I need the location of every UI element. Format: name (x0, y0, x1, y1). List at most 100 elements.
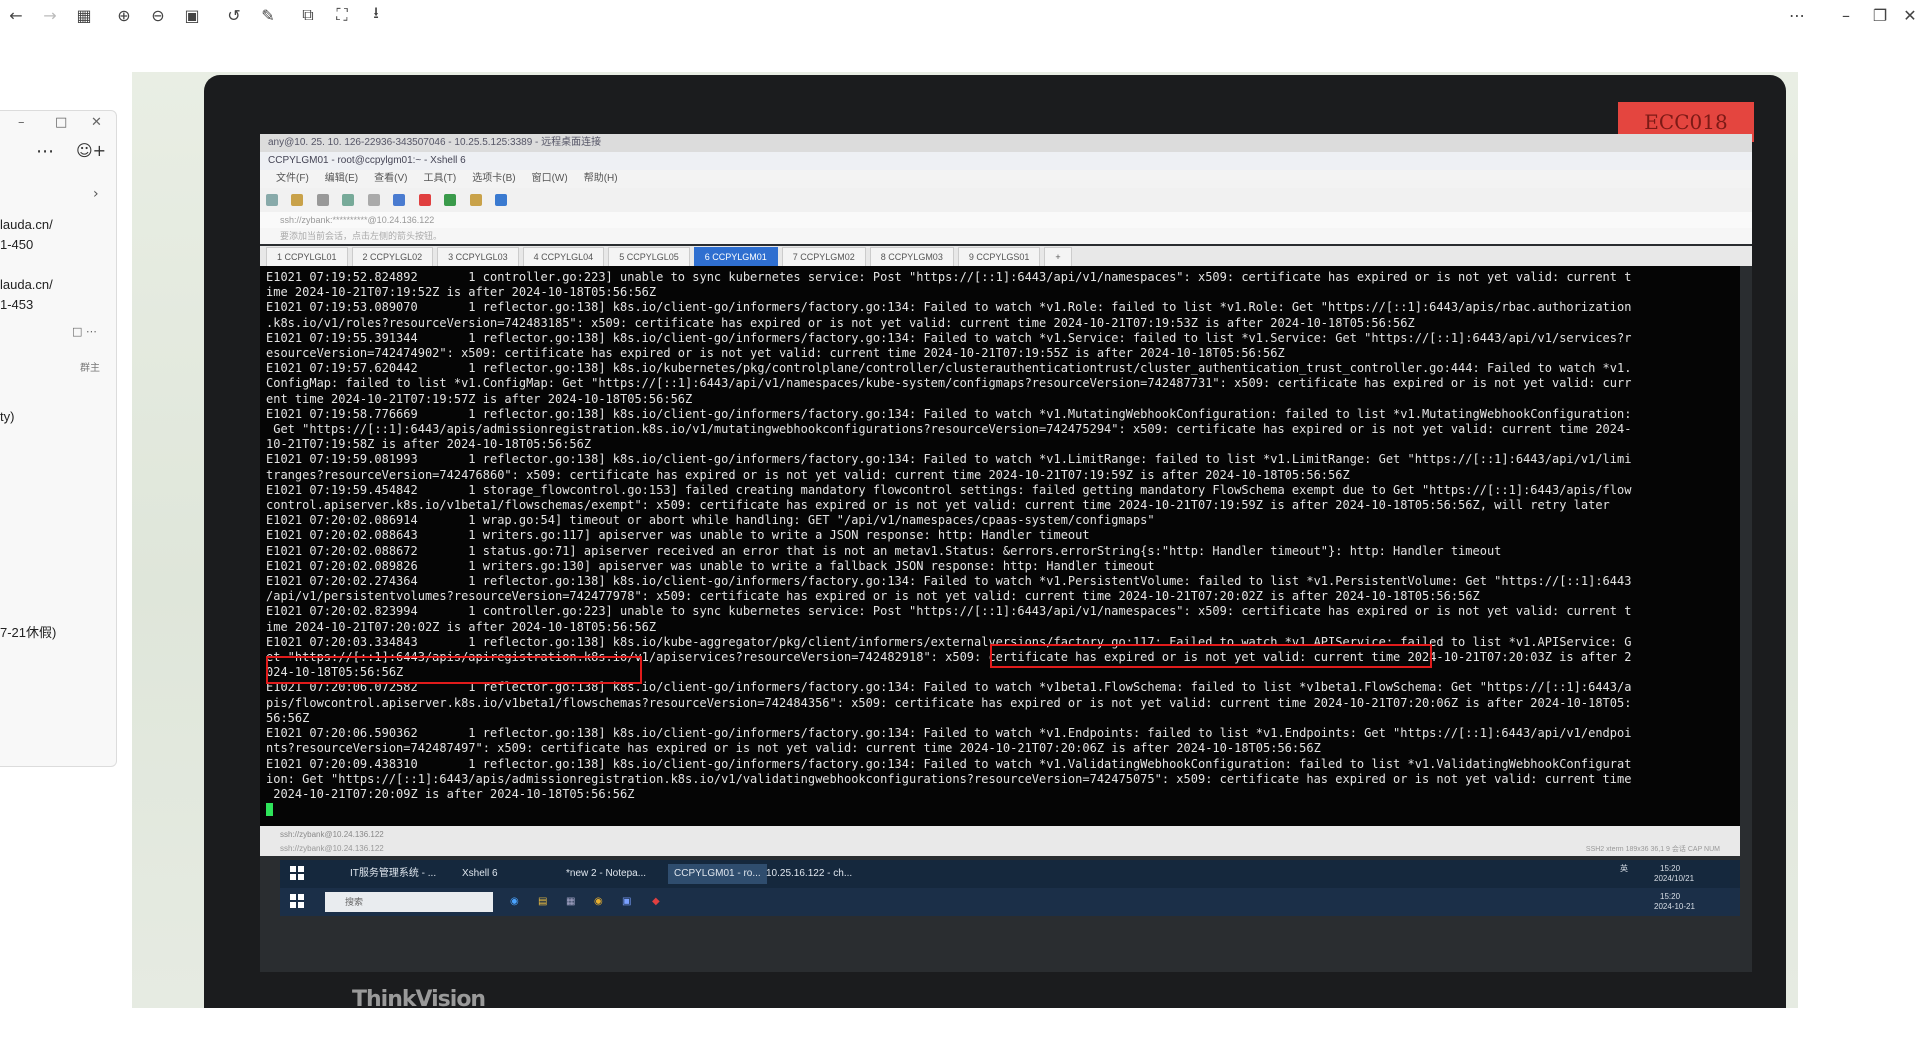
tab-ccpylgl03[interactable]: 3 CCPYLGL03 (437, 247, 519, 266)
fullscreen-icon[interactable]: ⛶ (330, 3, 354, 27)
session-tip: 要添加当前会话，点击左侧的箭头按钮。 (260, 228, 1752, 244)
store-icon[interactable]: ▦ (566, 892, 575, 912)
more-icon[interactable]: ⋯ (36, 141, 54, 162)
taskbar-item-chrome[interactable]: 10.25.16.122 - ch... (766, 864, 852, 884)
menu-item-window[interactable]: 窗口(W) (532, 170, 568, 188)
clock-date: 2024-10-21 (1654, 902, 1695, 911)
tab-ccpylgm01[interactable]: 6 CCPYLGM01 (693, 247, 778, 266)
windows-start-icon[interactable] (290, 894, 304, 908)
xshell-icon[interactable]: ◆ (652, 892, 660, 912)
help-icon[interactable] (495, 194, 508, 206)
menu-item-help[interactable]: 帮助(H) (584, 170, 618, 188)
record-icon[interactable] (418, 194, 431, 206)
log-line: ion: Get "https://[::1]:6443/apis/admiss… (266, 771, 1632, 786)
log-line: E1021 07:20:06.590362 1 reflector.go:138… (266, 726, 1632, 741)
copy-icon[interactable]: ⧉ (296, 3, 320, 27)
log-lines: E1021 07:19:52.824892 1 controller.go:22… (266, 270, 1734, 802)
add-member-icon[interactable]: ☺+ (76, 141, 106, 160)
menu-item-edit[interactable]: 编辑(E) (325, 170, 358, 188)
remote-desktop-icon[interactable]: ▣ (622, 892, 631, 912)
chat-icon[interactable]: □ ⋯ (72, 325, 97, 338)
zoom-in-icon[interactable]: ⊕ (112, 3, 136, 27)
log-line: pis/flowcontrol.apiserver.k8s.io/v1beta1… (266, 695, 1632, 710)
chat-line: 7-21休假) (0, 625, 57, 640)
tab-ccpylgl04[interactable]: 4 CCPYLGL04 (522, 247, 605, 266)
restore-icon[interactable]: ❐ (1868, 3, 1892, 27)
chevron-right-icon[interactable]: › (93, 186, 99, 202)
copy-icon[interactable] (342, 194, 355, 206)
forward-arrow-icon[interactable]: → (38, 3, 62, 27)
log-line: ent time 2024-10-21T07:19:57Z is after 2… (266, 391, 693, 406)
tab-ccpylgm03[interactable]: 8 CCPYLGM03 (869, 247, 954, 266)
log-line: E1021 07:19:55.391344 1 reflector.go:138… (266, 330, 1632, 345)
folder-icon[interactable]: ▤ (538, 892, 547, 912)
lock-icon[interactable] (469, 194, 482, 206)
status-info: SSH2 xterm 189x36 36,1 9 会话 CAP NUM (1585, 846, 1720, 853)
back-arrow-icon[interactable]: ← (4, 3, 28, 27)
log-line: 56:56Z (266, 710, 310, 725)
close-icon[interactable]: ✕ (91, 115, 102, 130)
group-owner-badge: 群主 (80, 363, 100, 374)
chrome-icon[interactable]: ◉ (594, 892, 603, 912)
log-line: E1021 07:19:52.824892 1 controller.go:22… (266, 270, 1632, 284)
add-tab-button[interactable]: + (1044, 247, 1072, 266)
restore-icon[interactable]: □ (55, 115, 67, 130)
find-icon[interactable] (367, 194, 380, 206)
tab-ccpylgl01[interactable]: 1 CCPYLGL01 (266, 247, 348, 266)
globe-icon[interactable] (393, 194, 406, 206)
log-line: E1021 07:20:09.438310 1 reflector.go:138… (266, 756, 1632, 771)
new-session-icon[interactable] (266, 194, 278, 206)
menu-item-tabs[interactable]: 选项卡(B) (472, 170, 515, 188)
log-line: control.apiserver.k8s.io/v1beta1/flowsch… (266, 498, 1610, 513)
save-icon[interactable]: ⭳ (364, 3, 388, 27)
terminal-cursor (266, 803, 273, 817)
log-line: tranges?resourceVersion=742476860": x509… (266, 467, 1350, 482)
taskbar-item-itsm[interactable]: IT服务管理系统 - ... (350, 864, 436, 884)
transfer-icon[interactable] (444, 194, 457, 206)
taskbar-item-ccpylgm01[interactable]: CCPYLGM01 - ro... (668, 864, 767, 884)
edge-icon[interactable]: ◉ (510, 892, 519, 912)
minimize-icon[interactable]: – (1834, 3, 1858, 27)
address-bar[interactable]: ssh://zybank:**********@10.24.136.122 (260, 212, 1752, 228)
rotate-icon[interactable]: ↺ (222, 3, 246, 27)
menu-item-view[interactable]: 查看(V) (374, 170, 407, 188)
clock-time: 15:20 (1660, 864, 1681, 873)
log-line: E1021 07:19:59.081993 1 reflector.go:138… (266, 452, 1632, 467)
chat-line: 1-450 (0, 237, 34, 252)
highlight-box-right (990, 644, 1432, 668)
tab-ccpylgm02[interactable]: 7 CCPYLGM02 (781, 247, 866, 266)
tab-ccpylgs01[interactable]: 9 CCPYLGS01 (957, 247, 1041, 266)
taskbar-item-xshell[interactable]: Xshell 6 (462, 864, 498, 884)
tray-language[interactable]: 英 (1620, 864, 1628, 874)
taskbar-item-notepad[interactable]: *new 2 - Notepa... (566, 864, 646, 884)
close-icon[interactable]: ✕ (1898, 3, 1920, 27)
search-placeholder: 搜索 (345, 897, 364, 907)
tab-ccpylgl02[interactable]: 2 CCPYLGL02 (351, 247, 434, 266)
minimize-icon[interactable]: – (18, 115, 25, 130)
menu-bar: 文件(F) 编辑(E) 查看(V) 工具(T) 选项卡(B) 窗口(W) 帮助(… (260, 170, 1752, 188)
more-icon[interactable]: ⋯ (1785, 3, 1809, 27)
taskbar-search[interactable]: 搜索 (325, 892, 493, 912)
menu-item-tools[interactable]: 工具(T) (423, 170, 456, 188)
edit-icon[interactable]: ✎ (256, 3, 280, 27)
clock-time: 15:20 (1660, 892, 1681, 901)
log-line: E1021 07:20:02.089826 1 writers.go:130] … (266, 558, 1155, 573)
fit-window-icon[interactable]: ▣ (180, 3, 204, 27)
viewer-toolbar: ← → ▦ ⊕ ⊖ ▣ ↺ ✎ ⧉ ⛶ ⭳ ⋯ – ❐ ✕ (0, 0, 1920, 30)
grid-view-icon[interactable]: ▦ (72, 3, 96, 27)
windows-start-icon[interactable] (290, 866, 304, 880)
log-line: ime 2024-10-21T07:19:52Z is after 2024-1… (266, 285, 657, 300)
monitor-screen: any@10. 25. 10. 126-22936-343507046 - 10… (260, 134, 1752, 972)
disconnect-icon[interactable] (316, 194, 329, 206)
open-folder-icon[interactable] (291, 194, 304, 206)
menu-item-file[interactable]: 文件(F) (276, 170, 309, 188)
local-taskbar: 搜索 ◉ ▤ ▦ ◉ ▣ ◆ 15:20 2024-10-21 (280, 888, 1740, 916)
zoom-out-icon[interactable]: ⊖ (146, 3, 170, 27)
terminal-output[interactable]: E1021 07:19:52.824892 1 controller.go:22… (260, 266, 1740, 826)
log-line: E1021 07:20:02.088643 1 writers.go:117] … (266, 528, 1090, 543)
log-line: .k8s.io/v1/roles?resourceVersion=7424831… (266, 315, 1415, 330)
tab-ccpylgl05[interactable]: 5 CCPYLGL05 (608, 247, 690, 266)
chat-side-panel: – □ ✕ ⋯ ☺+ › lauda.cn/ 1-450 lauda.cn/ 1… (0, 110, 117, 767)
photo: ECC018 ThinkVision any@10. 25. 10. 126-2… (132, 72, 1798, 1008)
log-line: Get "https://[::1]:6443/apis/admissionre… (266, 422, 1632, 437)
